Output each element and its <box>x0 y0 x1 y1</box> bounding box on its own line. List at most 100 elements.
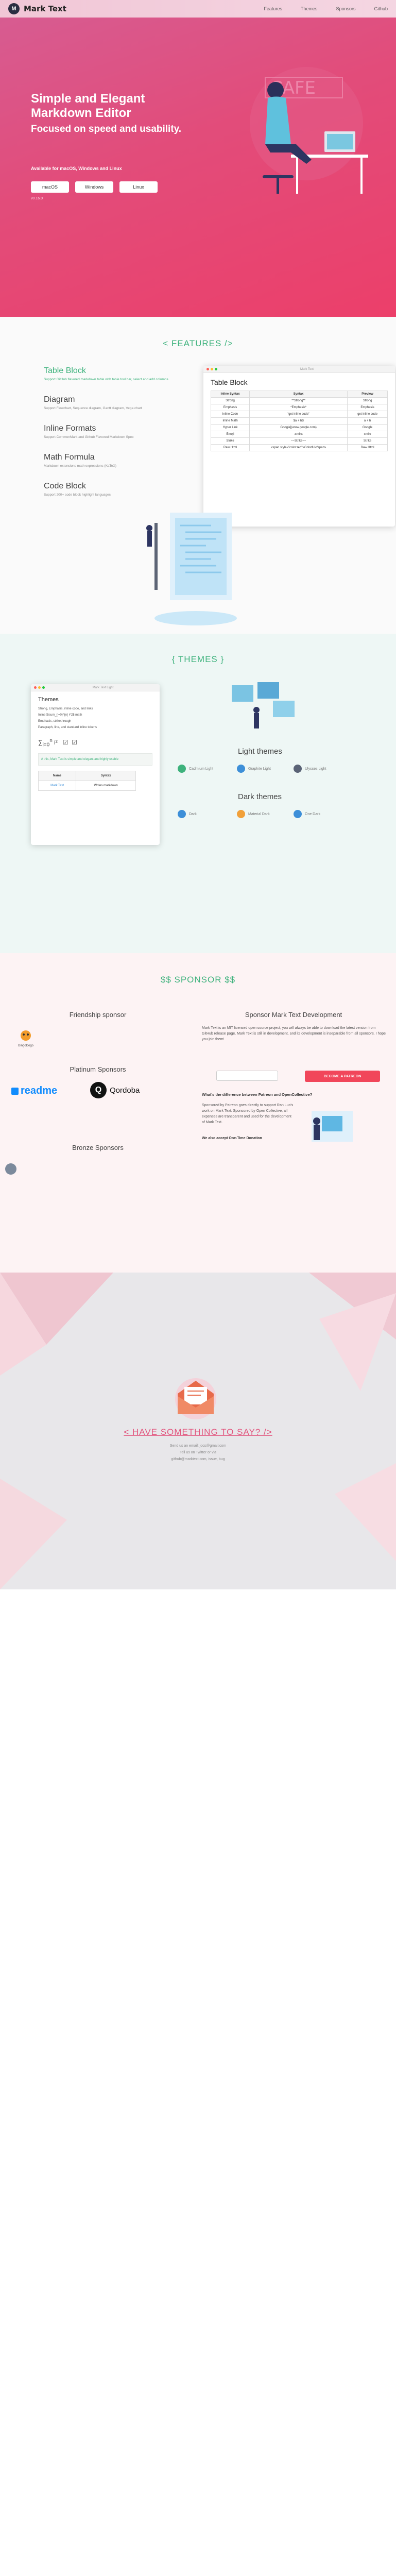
table-row: Hyper Link Google](www.google.com) Google <box>210 424 388 431</box>
table-cell: `get inline code` <box>249 411 348 418</box>
light-themes-label: Light themes <box>238 747 282 756</box>
table-header-cell: Preview <box>347 391 388 398</box>
platinum-sponsor-label: Platinum Sponsors <box>70 1065 126 1073</box>
theme-name: Ulysses Light <box>305 767 326 771</box>
themes-illustration <box>232 682 295 728</box>
logo-icon[interactable]: M <box>8 3 20 14</box>
table-cell: Inline Math <box>210 417 250 425</box>
themes-title: { THEMES } <box>171 654 225 664</box>
theme-one-dark[interactable]: One Dark <box>294 810 320 818</box>
card-heading: Themes <box>38 697 59 703</box>
feature-table-block[interactable]: Table Block Support GitHub flavored mark… <box>44 366 168 381</box>
feature-title: Table Block <box>44 366 86 375</box>
math-formula: ∑i=0n i² ☑ ☑ <box>38 738 77 748</box>
table-row: Strong **Strong** Strong <box>210 397 388 404</box>
theme-material-dark[interactable]: Material Dark <box>237 810 270 818</box>
table-row: Emoji:smile: smile <box>210 431 388 438</box>
card-line: Strong, Emphasis, inline code, and links <box>38 707 93 710</box>
bronze-sponsor-label: Bronze Sponsors <box>72 1144 124 1151</box>
theme-preview-window: Mark Text Light Themes Strong, Emphasis,… <box>31 684 160 845</box>
envelope-illustration <box>175 1378 216 1419</box>
diff-text: Sponsored by Patreon goes directly to su… <box>202 1104 294 1124</box>
minimize-icon[interactable] <box>38 686 41 689</box>
nav-link-features[interactable]: Features <box>264 6 282 11</box>
nav-link-themes[interactable]: Themes <box>301 6 318 11</box>
amount-input[interactable] <box>216 1071 278 1081</box>
close-icon[interactable] <box>206 368 209 370</box>
theme-name: One Dark <box>305 812 320 816</box>
nav-link-github[interactable]: Github <box>374 6 388 11</box>
feature-desc: Support CommonMark and Github Flavored M… <box>44 435 134 439</box>
theme-cadmium-light[interactable]: Cadmium Light <box>178 765 213 773</box>
maximize-icon[interactable] <box>215 368 217 370</box>
friendship-sponsor-label: Friendship sponsor <box>69 1011 127 1019</box>
close-icon[interactable] <box>34 686 37 689</box>
themes-section: { THEMES } Mark Text Light Themes Strong… <box>0 634 396 953</box>
window-titlebar: Mark Text <box>203 366 395 373</box>
feature-title: Diagram <box>44 395 75 404</box>
bronze-sponsor-avatar[interactable] <box>5 1163 16 1175</box>
sponsor-name: DingoDogo <box>18 1044 34 1047</box>
table-cell: Strike <box>210 437 250 445</box>
maximize-icon[interactable] <box>42 686 45 689</box>
qordoba-logo[interactable]: Q Qordoba <box>90 1082 140 1098</box>
theme-name: Cadmium Light <box>189 767 214 771</box>
hero-section: Simple and Elegant Markdown Editor Focus… <box>0 0 396 317</box>
nav-link-sponsors[interactable]: Sponsors <box>336 6 355 11</box>
one-time-donation-link[interactable]: We also accept One-Time Donation <box>202 1137 305 1140</box>
feature-desc: Markdown extensions math expressions (Ka… <box>44 464 116 468</box>
hero-illustration: CAFE <box>250 67 368 194</box>
contact-line: Send us an email: jocs@gmail.com <box>169 1444 227 1448</box>
card-line: Paragraph, line, and standard inline tok… <box>38 726 97 729</box>
table-block-window: Mark Text Table Block Inline Syntax Synta… <box>203 366 395 527</box>
table-cell: Google <box>347 424 388 431</box>
theme-name: Dark <box>189 812 197 816</box>
availability-text: Available for macOS, Windows and Linux <box>31 166 122 171</box>
card-table-cell: Mark Text <box>38 781 77 791</box>
sponsor-name: readme <box>21 1085 58 1096</box>
window-titlebar: Mark Text Light <box>31 684 160 691</box>
table-row: Inline Math $a + b$ a + b <box>210 417 388 425</box>
card-line: Emphasis, strikethrough <box>38 720 72 723</box>
card-table-header: Name <box>38 771 77 782</box>
table-cell: ~~Strike~~ <box>249 437 348 445</box>
feature-title: Inline Formats <box>44 424 96 433</box>
table-cell: Raw Html <box>210 444 250 451</box>
dark-themes-label: Dark themes <box>238 792 282 801</box>
feature-code-block[interactable]: Code Block Support 200+ code block highl… <box>44 482 111 497</box>
table-row: Raw Html <span style="color:red">Colorful… <box>210 444 388 451</box>
table-cell: Google](www.google.com) <box>249 424 348 431</box>
sponsor-section: $$ SPONSOR $$ Friendship sponsor DingoDo… <box>0 953 396 1273</box>
card-table-cell: Writes markdown <box>76 781 136 791</box>
feature-diagram[interactable]: Diagram Support Flowchart, Sequence diag… <box>44 395 142 410</box>
theme-dark[interactable]: Dark <box>178 810 197 818</box>
table-cell: Raw Html <box>347 444 388 451</box>
card-table: Name Syntax Mark Text Writes markdown <box>38 771 136 791</box>
contact-line: Tell us on Twitter or via <box>179 1451 217 1454</box>
table-cell: Strike <box>347 437 388 445</box>
download-macos-button[interactable]: macOS <box>31 181 69 193</box>
feature-math-formula[interactable]: Math Formula Markdown extensions math ex… <box>44 453 116 468</box>
feature-title: Code Block <box>44 482 86 490</box>
code-illustration <box>146 513 237 625</box>
theme-graphite-light[interactable]: Graphite Light <box>237 765 271 773</box>
download-linux-button[interactable]: Linux <box>119 181 158 193</box>
theme-ulysses-light[interactable]: Ulysses Light <box>294 765 326 773</box>
table-heading: Table Block <box>211 378 248 386</box>
table-cell: smile <box>347 431 388 438</box>
readme-logo[interactable]: readme <box>11 1085 57 1097</box>
dingodogo-logo[interactable]: DingoDogo <box>11 1029 40 1047</box>
download-windows-button[interactable]: Windows <box>75 181 113 193</box>
minimize-icon[interactable] <box>211 368 213 370</box>
feature-desc: Support Flowchart, Sequence diagram, Gan… <box>44 406 142 410</box>
syntax-table: Inline Syntax Syntax Preview Strong **Stron… <box>210 391 388 451</box>
develop-text: Mark Text is an MIT licensed open source… <box>202 1026 386 1041</box>
feature-desc: Support GitHub flavored markdown table w… <box>44 378 168 381</box>
table-cell: *Emphasis* <box>249 404 348 411</box>
contact-lines: Send us an email: jocs@gmail.com Tell us… <box>0 1443 396 1463</box>
table-cell: <span style="color:red">Colorful</span> <box>249 444 348 451</box>
brand-name[interactable]: Mark Text <box>24 4 66 13</box>
feature-inline-formats[interactable]: Inline Formats Support CommonMark and Gi… <box>44 424 134 439</box>
become-patreon-button[interactable]: BECOME A PATREON <box>305 1071 380 1082</box>
feature-title: Math Formula <box>44 453 95 462</box>
